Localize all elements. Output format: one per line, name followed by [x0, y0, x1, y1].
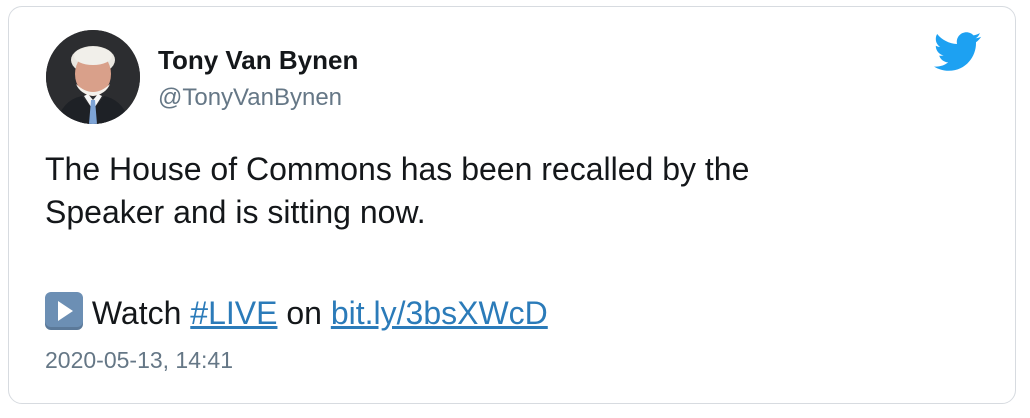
avatar-photo	[46, 30, 140, 124]
play-button-icon	[45, 292, 83, 330]
avatar[interactable]	[46, 30, 140, 124]
tweet-text-line: Speaker and is sitting now.	[45, 194, 426, 230]
tweet-card: Tony Van Bynen @TonyVanBynen The House o…	[8, 6, 1016, 404]
twitter-bird-icon[interactable]	[934, 32, 982, 72]
short-url-link[interactable]: bit.ly/3bsXWcD	[331, 295, 548, 331]
author-name[interactable]: Tony Van Bynen	[158, 45, 358, 76]
watch-line: Watch #LIVE on bit.ly/3bsXWcD	[45, 292, 548, 335]
hashtag-link[interactable]: #LIVE	[190, 295, 277, 331]
watch-label: Watch	[91, 295, 182, 331]
tweet-timestamp[interactable]: 2020-05-13, 14:41	[45, 347, 233, 374]
on-label: on	[286, 295, 322, 331]
author-handle[interactable]: @TonyVanBynen	[158, 84, 342, 112]
tweet-text: The House of Commons has been recalled b…	[45, 148, 975, 234]
tweet-text-line: The House of Commons has been recalled b…	[45, 151, 750, 187]
